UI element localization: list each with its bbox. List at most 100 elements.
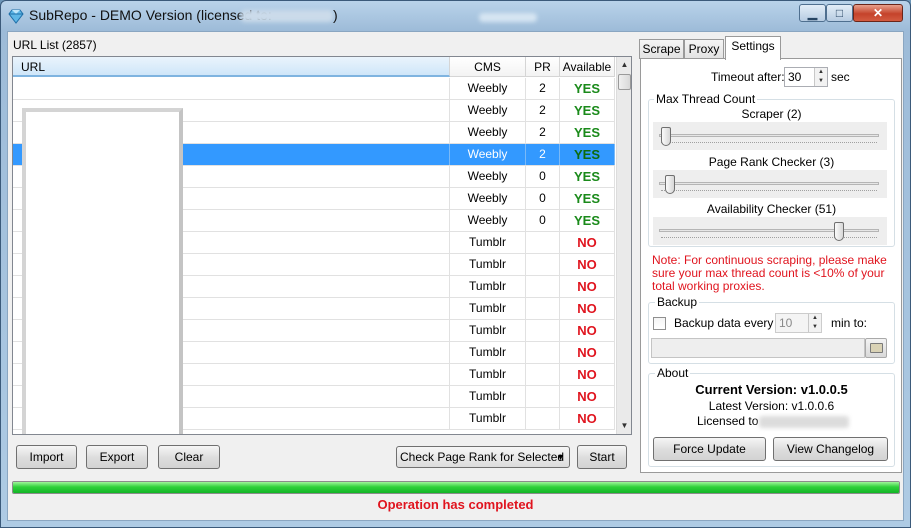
progress-bar bbox=[12, 481, 900, 494]
backup-path-field[interactable] bbox=[651, 338, 865, 358]
clear-button[interactable]: Clear bbox=[158, 445, 220, 469]
cell-cms: Weebly bbox=[450, 100, 526, 121]
grid-header: URL CMS PR Available bbox=[13, 57, 615, 77]
cell-pr: 2 bbox=[526, 122, 560, 143]
grid-scrollbar[interactable]: ▲ ▼ bbox=[616, 57, 631, 434]
maximize-button[interactable]: □ bbox=[826, 4, 853, 22]
timeout-spinner[interactable]: 30 ▲ ▼ bbox=[784, 67, 828, 87]
cell-cms: Tumblr bbox=[450, 342, 526, 363]
scroll-thumb[interactable] bbox=[618, 74, 631, 90]
cell-pr: 0 bbox=[526, 188, 560, 209]
export-button[interactable]: Export bbox=[86, 445, 148, 469]
cell-available: YES bbox=[560, 100, 615, 121]
licensed-to-label: Licensed to bbox=[697, 414, 759, 428]
status-message: Operation has completed bbox=[377, 497, 534, 512]
import-button[interactable]: Import bbox=[16, 445, 77, 469]
client-area: URL List (2857) URL CMS PR Available Wee… bbox=[7, 31, 904, 521]
cell-pr bbox=[526, 408, 560, 429]
spinner-arrows-icon[interactable]: ▲ ▼ bbox=[814, 68, 827, 86]
close-icon: ✕ bbox=[872, 6, 884, 20]
scroll-down-icon[interactable]: ▼ bbox=[617, 418, 631, 434]
cell-available: NO bbox=[560, 386, 615, 407]
view-changelog-button[interactable]: View Changelog bbox=[773, 437, 888, 461]
slider-label-pagerank: Page Rank Checker (3) bbox=[708, 155, 835, 169]
cell-available: YES bbox=[560, 78, 615, 99]
action-select-value: Check Page Rank for Selected bbox=[400, 450, 565, 464]
column-header-available[interactable]: Available bbox=[560, 57, 615, 77]
title-bar[interactable]: SubRepo - DEMO Version (licensed to: ) ▁… bbox=[1, 1, 910, 31]
slider-ticks bbox=[661, 142, 877, 145]
spinner-arrows-icon[interactable]: ▲ ▼ bbox=[808, 314, 821, 332]
slider-track bbox=[659, 182, 879, 185]
action-select[interactable]: Check Page Rank for Selected ▼ bbox=[396, 446, 570, 468]
availability-slider[interactable] bbox=[653, 217, 887, 245]
cell-cms: Tumblr bbox=[450, 232, 526, 253]
minimize-button[interactable]: ▁ bbox=[799, 4, 826, 22]
scraper-slider-thumb[interactable] bbox=[661, 127, 671, 146]
cell-pr bbox=[526, 320, 560, 341]
url-grid[interactable]: URL CMS PR Available Weebly 2 YES Weebly 2 YE… bbox=[12, 56, 632, 435]
backup-group: Backup Backup data every 10 ▲ ▼ min to: bbox=[648, 295, 895, 364]
availability-slider-thumb[interactable] bbox=[834, 222, 844, 241]
column-header-url[interactable]: URL bbox=[13, 57, 450, 77]
cell-available: NO bbox=[560, 342, 615, 363]
cell-cms: Weebly bbox=[450, 188, 526, 209]
backup-interval-value: 10 bbox=[779, 316, 793, 330]
latest-version: Latest Version: v1.0.0.6 bbox=[708, 399, 835, 413]
column-header-pr[interactable]: PR bbox=[526, 57, 560, 77]
pagerank-slider[interactable] bbox=[653, 170, 887, 198]
app-logo-icon bbox=[8, 9, 24, 24]
cell-available: NO bbox=[560, 408, 615, 429]
cell-pr bbox=[526, 232, 560, 253]
minimize-icon: ▁ bbox=[807, 6, 818, 20]
cell-available: YES bbox=[560, 144, 615, 165]
cell-pr bbox=[526, 364, 560, 385]
settings-panel: Timeout after: 30 ▲ ▼ sec Max Thread Coun… bbox=[640, 58, 902, 473]
cell-pr: 2 bbox=[526, 100, 560, 121]
scraper-slider[interactable] bbox=[653, 122, 887, 150]
thread-note: Note: For continuous scraping, please ma… bbox=[652, 253, 887, 293]
slider-track bbox=[659, 229, 879, 232]
slider-ticks bbox=[661, 237, 877, 240]
cell-available: YES bbox=[560, 188, 615, 209]
window-title-close-paren: ) bbox=[333, 7, 338, 23]
cell-url bbox=[13, 78, 450, 99]
cell-pr: 2 bbox=[526, 144, 560, 165]
tab-scrape[interactable]: Scrape bbox=[639, 39, 684, 59]
maximize-icon: □ bbox=[835, 6, 844, 20]
cell-cms: Tumblr bbox=[450, 386, 526, 407]
backup-checkbox[interactable] bbox=[653, 317, 666, 330]
cell-available: NO bbox=[560, 254, 615, 275]
tab-settings[interactable]: Settings bbox=[725, 36, 781, 60]
cell-cms: Tumblr bbox=[450, 276, 526, 297]
slider-ticks bbox=[661, 190, 877, 193]
scroll-up-icon[interactable]: ▲ bbox=[617, 57, 631, 73]
cell-available: YES bbox=[560, 122, 615, 143]
cell-pr bbox=[526, 276, 560, 297]
slider-label-scraper: Scraper (2) bbox=[741, 107, 802, 121]
force-update-button[interactable]: Force Update bbox=[653, 437, 766, 461]
cell-pr: 0 bbox=[526, 166, 560, 187]
current-version: Current Version: v1.0.0.5 bbox=[695, 382, 848, 397]
about-title: About bbox=[655, 366, 691, 380]
redacted-url-column bbox=[22, 108, 183, 434]
column-header-cms[interactable]: CMS bbox=[450, 57, 526, 77]
browse-button[interactable] bbox=[865, 338, 887, 358]
cell-pr bbox=[526, 386, 560, 407]
redacted-license-name bbox=[759, 416, 849, 428]
close-button[interactable]: ✕ bbox=[853, 4, 903, 22]
cell-pr: 0 bbox=[526, 210, 560, 231]
pagerank-slider-thumb[interactable] bbox=[665, 175, 675, 194]
tab-proxy[interactable]: Proxy bbox=[684, 39, 724, 59]
table-row[interactable]: Weebly 2 YES bbox=[13, 78, 615, 100]
backup-label: Backup data every bbox=[674, 316, 774, 330]
cell-available: NO bbox=[560, 276, 615, 297]
start-button[interactable]: Start bbox=[577, 445, 627, 469]
cell-available: NO bbox=[560, 320, 615, 341]
cell-available: YES bbox=[560, 166, 615, 187]
cell-cms: Weebly bbox=[450, 78, 526, 99]
timeout-label: Timeout after: bbox=[711, 70, 785, 84]
app-window: SubRepo - DEMO Version (licensed to: ) ▁… bbox=[0, 0, 911, 528]
backup-interval-spinner[interactable]: 10 ▲ ▼ bbox=[775, 313, 822, 333]
cell-available: NO bbox=[560, 298, 615, 319]
